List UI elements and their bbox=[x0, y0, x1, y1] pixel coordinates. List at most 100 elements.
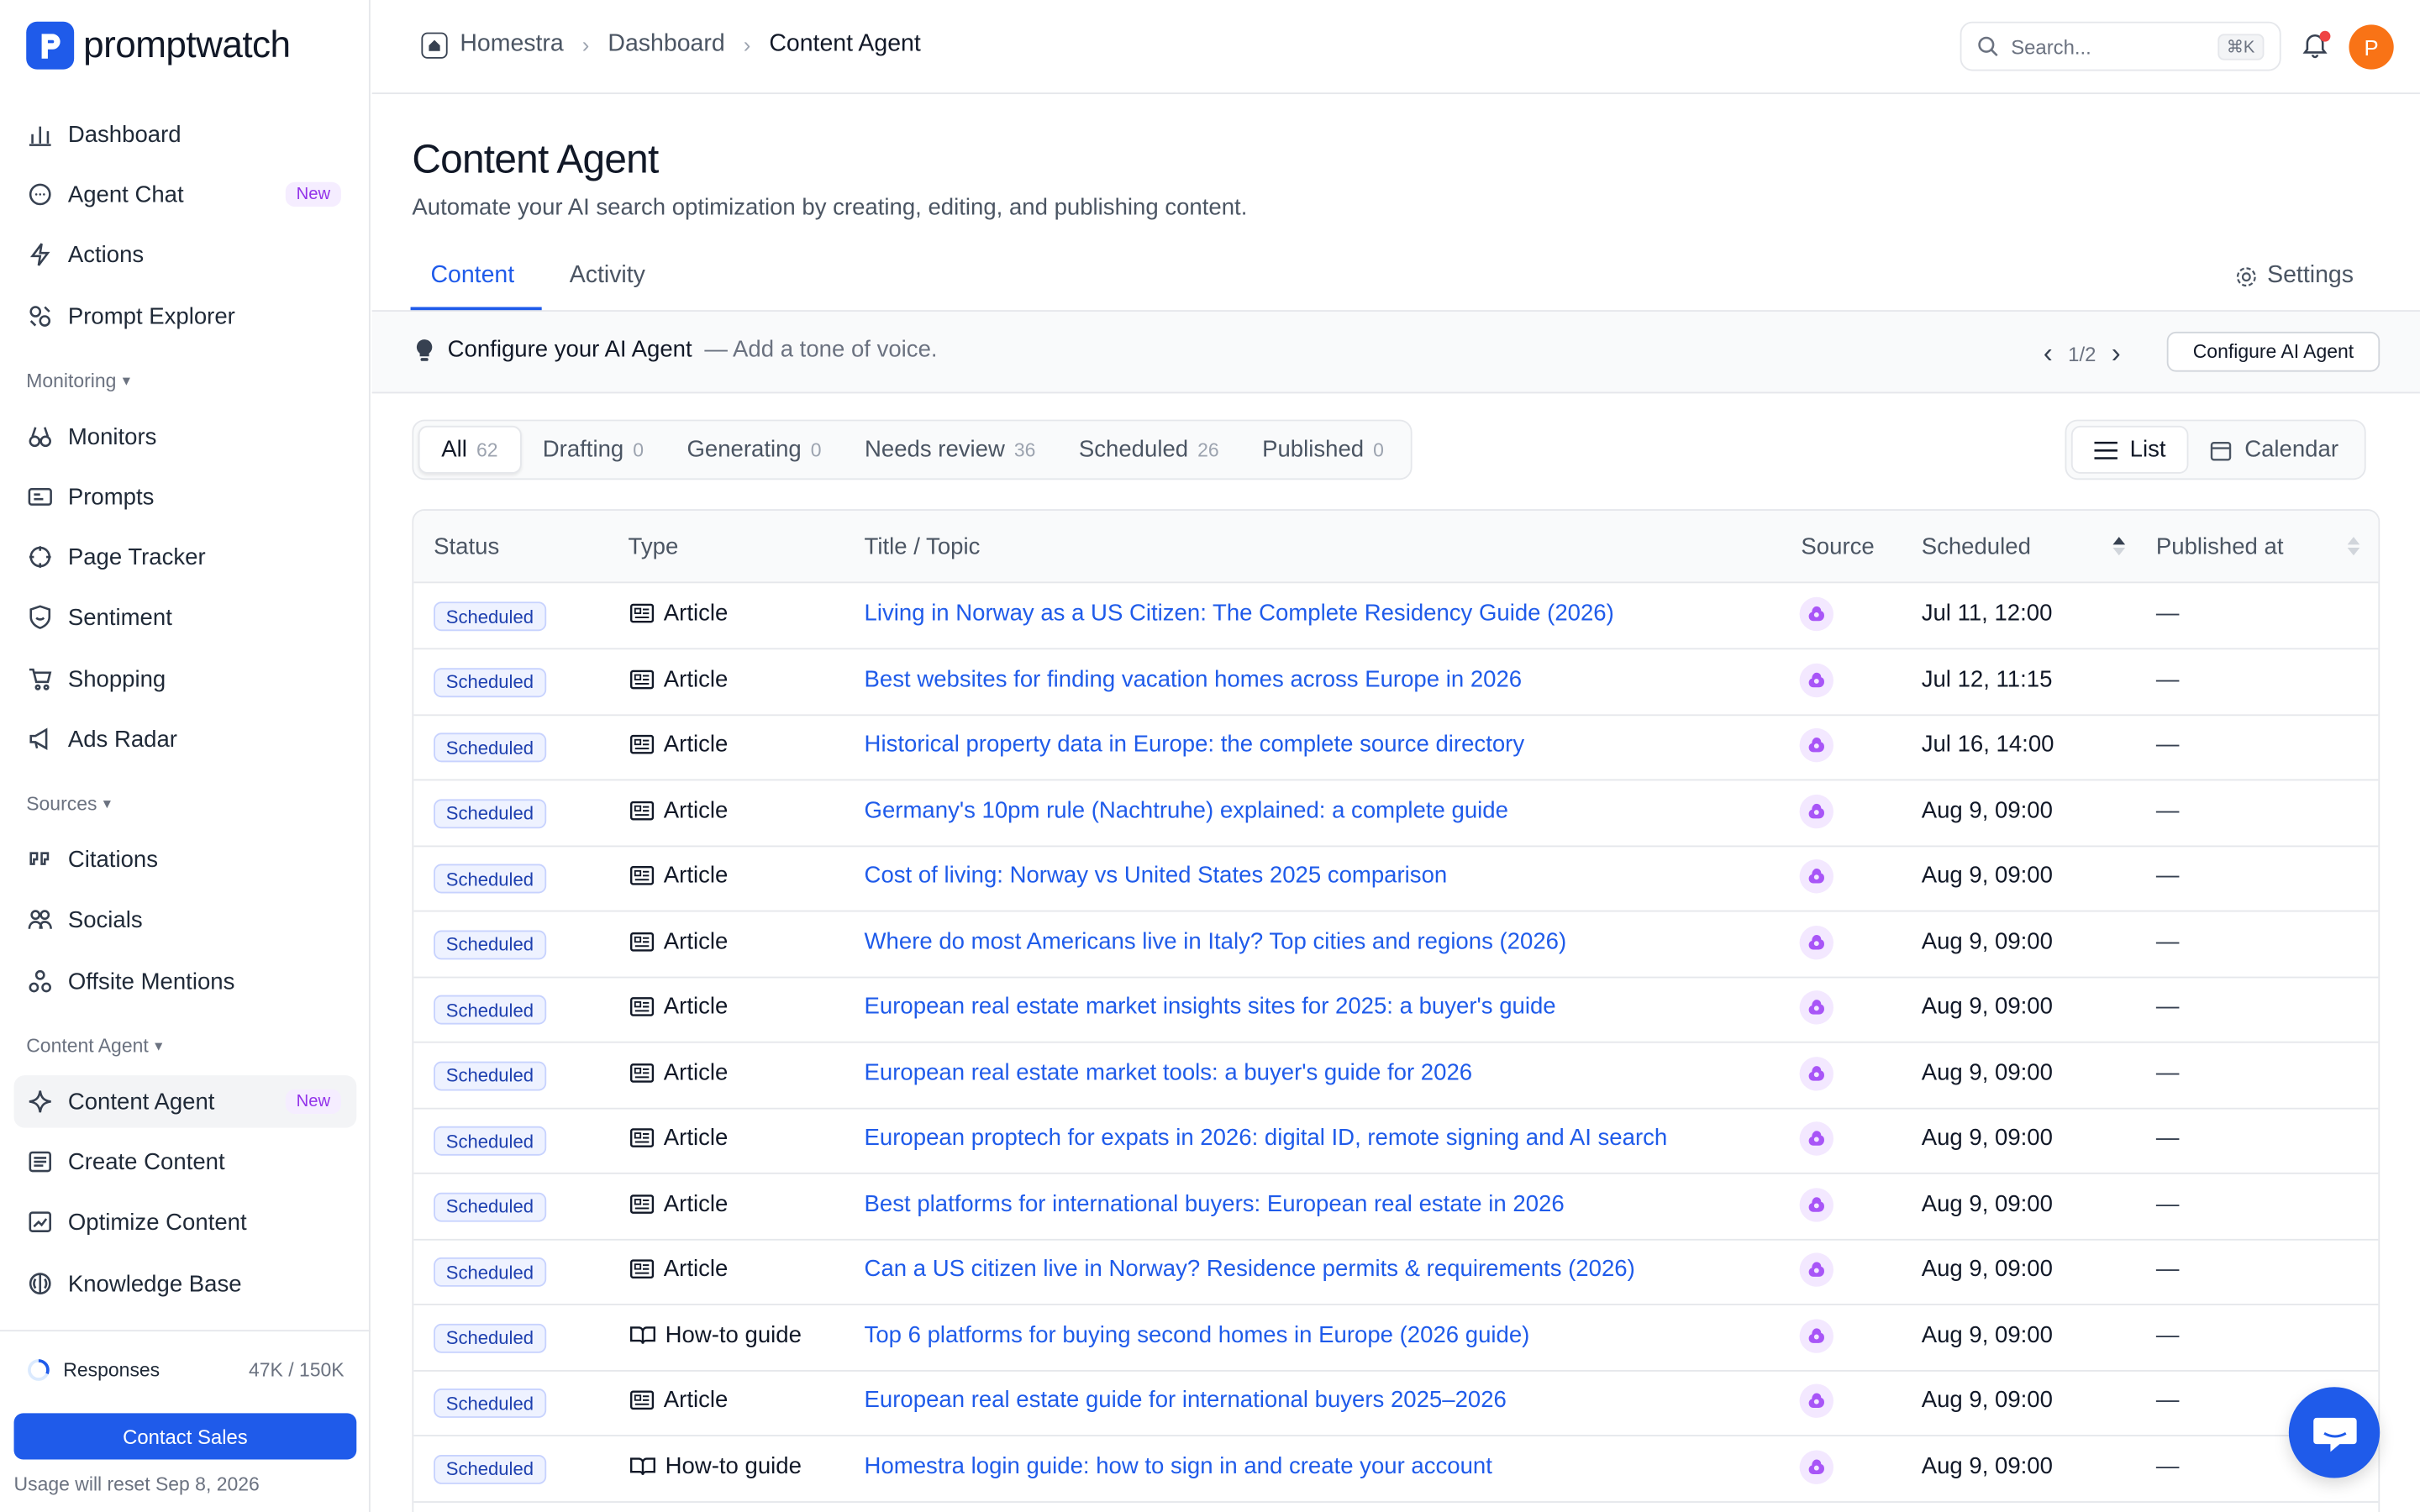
chevron-left-icon[interactable]: ‹ bbox=[2044, 338, 2053, 370]
section-monitoring[interactable]: Monitoring ▾ bbox=[26, 370, 130, 392]
sidebar-item-page-tracker[interactable]: Page Tracker bbox=[14, 531, 357, 583]
status-badge: Scheduled bbox=[434, 732, 546, 763]
sidebar-item-create-content[interactable]: Create Content bbox=[14, 1136, 357, 1188]
sidebar-item-actions[interactable]: Actions bbox=[14, 228, 357, 281]
column-published-at[interactable]: Published at bbox=[2156, 533, 2284, 559]
table-row[interactable]: Scheduled Article Best websites for find… bbox=[413, 648, 2379, 716]
support-chat-button[interactable] bbox=[2288, 1387, 2381, 1478]
content-title-link[interactable]: Can a US citizen live in Norway? Residen… bbox=[865, 1256, 1635, 1282]
column-scheduled[interactable]: Scheduled bbox=[1922, 533, 2031, 559]
published-at: — bbox=[2155, 1256, 2180, 1283]
table-row[interactable]: Scheduled Article European real estate m… bbox=[413, 977, 2379, 1043]
content-title-link[interactable]: Best platforms for international buyers:… bbox=[865, 1190, 1565, 1216]
table-row[interactable]: Scheduled Article European real estate m… bbox=[413, 1042, 2379, 1109]
section-sources[interactable]: Sources ▾ bbox=[26, 793, 111, 815]
article-icon bbox=[630, 932, 655, 951]
view-list-button[interactable]: List bbox=[2070, 425, 2190, 474]
sidebar-item-offsite-mentions[interactable]: Offsite Mentions bbox=[14, 955, 357, 1007]
sort-icon[interactable] bbox=[2346, 535, 2361, 557]
app-name: promptwatch bbox=[83, 24, 291, 66]
breadcrumb-dashboard[interactable]: Dashboard bbox=[608, 31, 724, 59]
crosshair-icon bbox=[28, 544, 52, 569]
sidebar-item-prompts[interactable]: Prompts bbox=[14, 470, 357, 522]
filter-count: 0 bbox=[1373, 438, 1384, 461]
sidebar-item-label: Dashboard bbox=[67, 121, 182, 148]
table-row[interactable]: Scheduled Article European real estate g… bbox=[413, 1370, 2379, 1436]
filter-drafting[interactable]: Drafting 0 bbox=[521, 426, 666, 474]
content-title-link[interactable]: European real estate market insights sit… bbox=[865, 994, 1556, 1020]
type-cell: Article bbox=[629, 732, 728, 758]
sidebar-item-socials[interactable]: Socials bbox=[14, 893, 357, 945]
content-title-link[interactable]: Historical property data in Europe: the … bbox=[865, 732, 1525, 758]
filter-count: 26 bbox=[1197, 438, 1219, 461]
content-title-link[interactable]: Homestra login guide: how to sign in and… bbox=[865, 1452, 1492, 1478]
article-icon bbox=[630, 1259, 655, 1278]
article-icon bbox=[630, 603, 655, 623]
sort-ascending-icon[interactable] bbox=[2112, 535, 2127, 557]
content-title-link[interactable]: Living in Norway as a US Citizen: The Co… bbox=[865, 600, 1614, 626]
filter-generating[interactable]: Generating 0 bbox=[666, 426, 844, 474]
breadcrumb-workspace[interactable]: Homestra bbox=[460, 31, 563, 59]
sidebar-item-agent-chat[interactable]: Agent Chat New bbox=[14, 168, 357, 220]
logo[interactable]: promptwatch bbox=[26, 21, 291, 70]
column-source[interactable]: Source bbox=[1801, 533, 1874, 559]
view-toggle: List Calendar bbox=[2065, 419, 2367, 480]
search-input[interactable]: Search... ⌘K bbox=[1960, 21, 2281, 71]
configure-ai-agent-button[interactable]: Configure AI Agent bbox=[2166, 331, 2381, 372]
filter-needs-review[interactable]: Needs review 36 bbox=[843, 426, 1057, 474]
content-title-link[interactable]: Where do most Americans live in Italy? T… bbox=[865, 928, 1567, 954]
column-status[interactable]: Status bbox=[434, 533, 499, 559]
column-type[interactable]: Type bbox=[629, 533, 679, 559]
filter-label: Scheduled bbox=[1078, 436, 1189, 464]
sidebar-item-sentiment[interactable]: Sentiment bbox=[14, 591, 357, 643]
section-content-agent[interactable]: Content Agent ▾ bbox=[26, 1035, 162, 1057]
published-at: — bbox=[2155, 1124, 2180, 1152]
content-title-link[interactable]: European proptech for expats in 2026: di… bbox=[865, 1125, 1668, 1151]
table-row[interactable]: Scheduled Article European proptech for … bbox=[413, 1108, 2379, 1174]
contact-sales-button[interactable]: Contact Sales bbox=[13, 1413, 357, 1460]
published-at: — bbox=[2155, 1190, 2180, 1217]
filter-scheduled[interactable]: Scheduled 26 bbox=[1057, 426, 1240, 474]
shield-smile-icon bbox=[28, 605, 52, 629]
sidebar-item-prompt-explorer[interactable]: Prompt Explorer bbox=[14, 290, 357, 342]
sidebar-item-knowledge-base[interactable]: Knowledge Base bbox=[14, 1257, 357, 1310]
sidebar-item-ads-radar[interactable]: Ads Radar bbox=[14, 713, 357, 765]
settings-button[interactable]: Settings bbox=[2235, 262, 2354, 290]
sidebar-item-optimize-content[interactable]: Optimize Content bbox=[14, 1195, 357, 1247]
image-chart-icon bbox=[28, 1210, 52, 1234]
sidebar-item-monitors[interactable]: Monitors bbox=[14, 411, 357, 463]
table-row[interactable]: Scheduled Article Historical property da… bbox=[413, 714, 2379, 781]
table-row[interactable]: Scheduled Article Cost of living: Norway… bbox=[413, 846, 2379, 912]
table-row[interactable]: Scheduled Article Best platforms for int… bbox=[413, 1173, 2379, 1240]
avatar[interactable]: P bbox=[2349, 24, 2394, 70]
section-label-text: Sources bbox=[26, 793, 97, 815]
content-title-link[interactable]: European real estate market tools: a buy… bbox=[865, 1059, 1473, 1085]
table-row[interactable]: Scheduled Article Germany's 10pm rule (N… bbox=[413, 780, 2379, 847]
content-title-link[interactable]: Germany's 10pm rule (Nachtruhe) explaine… bbox=[865, 797, 1508, 823]
table-row[interactable]: Scheduled How-to guide Top 6 platforms f… bbox=[413, 1305, 2379, 1371]
filter-all[interactable]: All 62 bbox=[418, 425, 522, 474]
content-title-link[interactable]: European real estate guide for internati… bbox=[865, 1387, 1507, 1413]
type-label: Article bbox=[663, 927, 729, 954]
sidebar-item-citations[interactable]: Citations bbox=[14, 833, 357, 885]
table-row[interactable]: Scheduled Article Living in Norway as a … bbox=[413, 583, 2379, 650]
notifications-bell-icon[interactable] bbox=[2302, 30, 2333, 62]
sidebar: promptwatch Dashboard Agent Chat New Action… bbox=[0, 0, 371, 1512]
table-row[interactable]: Scheduled How-to guide Homestra login gu… bbox=[413, 1436, 2379, 1503]
sidebar-item-content-agent[interactable]: Content Agent New bbox=[13, 1075, 357, 1128]
chevron-right-icon[interactable]: › bbox=[2112, 338, 2121, 370]
content-title-link[interactable]: Top 6 platforms for buying second homes … bbox=[865, 1321, 1530, 1347]
sidebar-item-dashboard[interactable]: Dashboard bbox=[14, 108, 357, 160]
status-badge: Scheduled bbox=[434, 995, 546, 1025]
filter-published[interactable]: Published 0 bbox=[1240, 426, 1405, 474]
sidebar-item-shopping[interactable]: Shopping bbox=[14, 653, 357, 705]
column-title[interactable]: Title / Topic bbox=[865, 533, 981, 559]
scheduled-time: Aug 9, 09:00 bbox=[1921, 862, 2053, 889]
tab-activity[interactable]: Activity bbox=[570, 262, 645, 290]
table-row[interactable]: Scheduled Article Where do most American… bbox=[413, 911, 2379, 978]
table-row[interactable]: Scheduled Article Can a US citizen live … bbox=[413, 1239, 2379, 1305]
content-title-link[interactable]: Best websites for finding vacation homes… bbox=[865, 666, 1523, 692]
view-calendar-button[interactable]: Calendar bbox=[2189, 426, 2360, 474]
tab-content[interactable]: Content bbox=[430, 262, 514, 290]
content-title-link[interactable]: Cost of living: Norway vs United States … bbox=[865, 863, 1448, 889]
